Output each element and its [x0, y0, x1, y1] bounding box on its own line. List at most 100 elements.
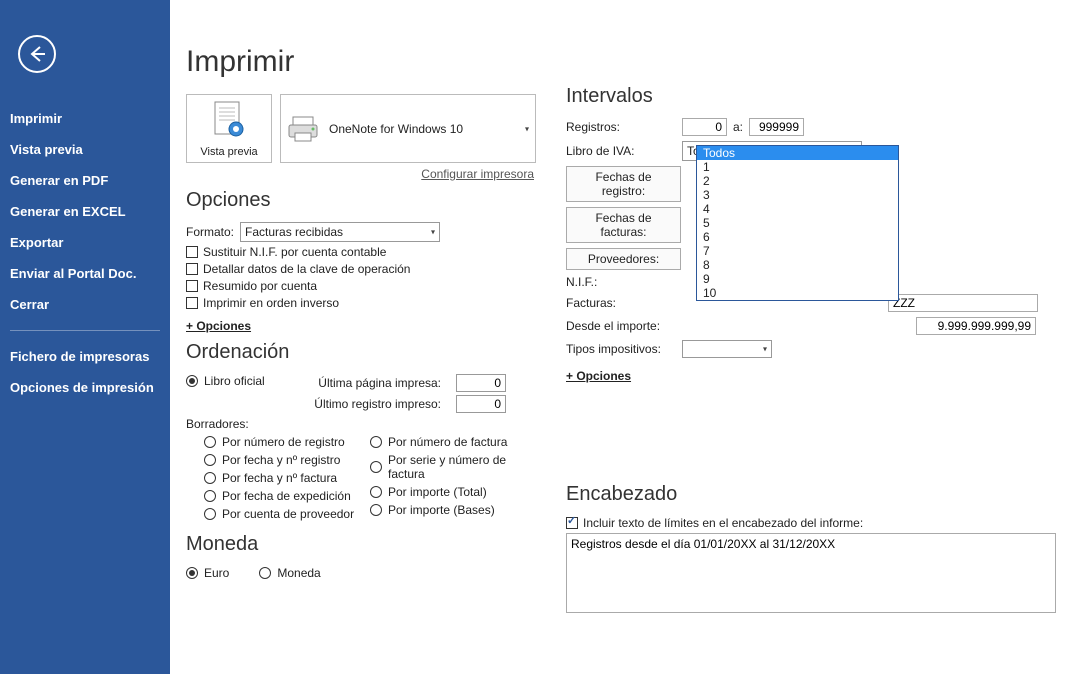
check-detallar-clave[interactable]: Detallar datos de la clave de operación: [186, 262, 536, 276]
main-content: Imprimir Vista previa: [170, 0, 1092, 674]
ultimo-registro-input[interactable]: [456, 395, 506, 413]
sidebar-item-generar-pdf[interactable]: Generar en PDF: [0, 165, 170, 196]
radio-fecha-factura[interactable]: Por fecha y nº factura: [204, 471, 370, 485]
checkbox-checked-icon: [566, 517, 578, 529]
radio-label: Por fecha y nº factura: [222, 471, 337, 485]
check-label: Incluir texto de límites en el encabezad…: [583, 516, 863, 530]
importe-to-input[interactable]: [916, 317, 1036, 335]
dropdown-item-4[interactable]: 4: [697, 202, 898, 216]
dropdown-item-todos[interactable]: Todos: [697, 146, 898, 160]
radio-moneda[interactable]: Moneda: [259, 566, 320, 580]
dropdown-item-3[interactable]: 3: [697, 188, 898, 202]
page-title: Imprimir: [186, 45, 536, 79]
mas-opciones-intervalos-link[interactable]: + Opciones: [566, 369, 631, 383]
printer-icon: [287, 115, 319, 143]
ultima-pagina-input[interactable]: [456, 374, 506, 392]
checkbox-icon: [186, 297, 198, 309]
radio-libro-oficial[interactable]: Libro oficial: [186, 374, 296, 388]
vista-previa-button[interactable]: Vista previa: [186, 94, 272, 163]
registros-to-input[interactable]: [749, 118, 804, 136]
back-button[interactable]: [18, 35, 56, 73]
configurar-impresora-link[interactable]: Configurar impresora: [421, 167, 534, 181]
right-column: Intervalos Registros: a: Libro de IVA: T…: [566, 45, 1066, 674]
radio-num-registro[interactable]: Por número de registro: [204, 435, 370, 449]
encabezado-heading: Encabezado: [566, 483, 1066, 506]
encabezado-textarea[interactable]: [566, 533, 1056, 613]
dropdown-item-6[interactable]: 6: [697, 230, 898, 244]
checkbox-icon: [186, 263, 198, 275]
check-incluir-limites[interactable]: Incluir texto de límites en el encabezad…: [566, 516, 1066, 530]
check-label: Sustituir N.I.F. por cuenta contable: [203, 245, 386, 259]
printer-name: OneNote for Windows 10: [329, 122, 463, 136]
a-label: a:: [733, 120, 743, 134]
mas-opciones-link[interactable]: + Opciones: [186, 319, 251, 333]
check-sustituir-nif[interactable]: Sustituir N.I.F. por cuenta contable: [186, 245, 536, 259]
check-label: Resumido por cuenta: [203, 279, 317, 293]
sidebar-item-exportar[interactable]: Exportar: [0, 227, 170, 258]
checkbox-icon: [186, 280, 198, 292]
radio-euro[interactable]: Euro: [186, 566, 229, 580]
ultima-pagina-label: Última página impresa:: [311, 376, 441, 390]
check-orden-inverso[interactable]: Imprimir en orden inverso: [186, 296, 536, 310]
dropdown-item-9[interactable]: 9: [697, 272, 898, 286]
chevron-down-icon: ▾: [763, 345, 767, 354]
sidebar-item-imprimir[interactable]: Imprimir: [0, 103, 170, 134]
facturas-to-input[interactable]: [888, 294, 1038, 312]
tipos-impositivos-label: Tipos impositivos:: [566, 342, 676, 356]
tipos-impositivos-select[interactable]: ▾: [682, 340, 772, 358]
radio-icon: [186, 375, 198, 387]
formato-select[interactable]: Facturas recibidas ▾: [240, 222, 440, 242]
radio-label: Libro oficial: [204, 374, 265, 388]
registros-label: Registros:: [566, 120, 676, 134]
radio-num-factura[interactable]: Por número de factura: [370, 435, 536, 449]
intervalos-heading: Intervalos: [566, 85, 1066, 108]
radio-importe-bases[interactable]: Por importe (Bases): [370, 503, 536, 517]
vista-previa-label: Vista previa: [189, 146, 269, 158]
radio-icon: [186, 567, 198, 579]
check-resumido-cuenta[interactable]: Resumido por cuenta: [186, 279, 536, 293]
radio-importe-total[interactable]: Por importe (Total): [370, 485, 536, 499]
sidebar-separator: [10, 330, 160, 331]
radio-icon: [204, 436, 216, 448]
moneda-heading: Moneda: [186, 533, 536, 556]
radio-label: Por número de registro: [222, 435, 345, 449]
libro-iva-dropdown[interactable]: Todos 1 2 3 4 5 6 7 8 9 10: [696, 145, 899, 301]
sidebar: Imprimir Vista previa Generar en PDF Gen…: [0, 0, 170, 674]
printer-selector[interactable]: OneNote for Windows 10 ▾: [280, 94, 536, 163]
radio-fecha-expedicion[interactable]: Por fecha de expedición: [204, 489, 370, 503]
sidebar-item-opciones-impresion[interactable]: Opciones de impresión: [0, 372, 170, 403]
dropdown-item-10[interactable]: 10: [697, 286, 898, 300]
sidebar-item-cerrar[interactable]: Cerrar: [0, 289, 170, 320]
proveedores-button[interactable]: Proveedores:: [566, 248, 681, 270]
sidebar-item-fichero-impresoras[interactable]: Fichero de impresoras: [0, 341, 170, 372]
radio-cuenta-proveedor[interactable]: Por cuenta de proveedor: [204, 507, 370, 521]
sidebar-item-enviar-portal[interactable]: Enviar al Portal Doc.: [0, 258, 170, 289]
ordenacion-heading: Ordenación: [186, 341, 536, 364]
radio-icon: [204, 472, 216, 484]
radio-icon: [259, 567, 271, 579]
radio-label: Por cuenta de proveedor: [222, 507, 354, 521]
dropdown-item-5[interactable]: 5: [697, 216, 898, 230]
dropdown-item-7[interactable]: 7: [697, 244, 898, 258]
dropdown-item-8[interactable]: 8: [697, 258, 898, 272]
fechas-facturas-button[interactable]: Fechas de facturas:: [566, 207, 681, 243]
radio-serie-num-factura[interactable]: Por serie y número de factura: [370, 453, 536, 481]
sidebar-item-vista-previa[interactable]: Vista previa: [0, 134, 170, 165]
fechas-registro-button[interactable]: Fechas de registro:: [566, 166, 681, 202]
check-label: Imprimir en orden inverso: [203, 296, 339, 310]
dropdown-item-2[interactable]: 2: [697, 174, 898, 188]
chevron-down-icon: ▾: [525, 124, 529, 133]
dropdown-item-1[interactable]: 1: [697, 160, 898, 174]
registros-from-input[interactable]: [682, 118, 727, 136]
radio-label: Por importe (Total): [388, 485, 487, 499]
radio-fecha-registro[interactable]: Por fecha y nº registro: [204, 453, 370, 467]
radio-label: Por número de factura: [388, 435, 507, 449]
check-label: Detallar datos de la clave de operación: [203, 262, 410, 276]
radio-icon: [370, 486, 382, 498]
sidebar-item-generar-excel[interactable]: Generar en EXCEL: [0, 196, 170, 227]
nif-label: N.I.F.:: [566, 275, 676, 289]
radio-label: Por serie y número de factura: [388, 453, 536, 481]
radio-label: Por fecha y nº registro: [222, 453, 340, 467]
radio-icon: [204, 508, 216, 520]
radio-icon: [204, 490, 216, 502]
